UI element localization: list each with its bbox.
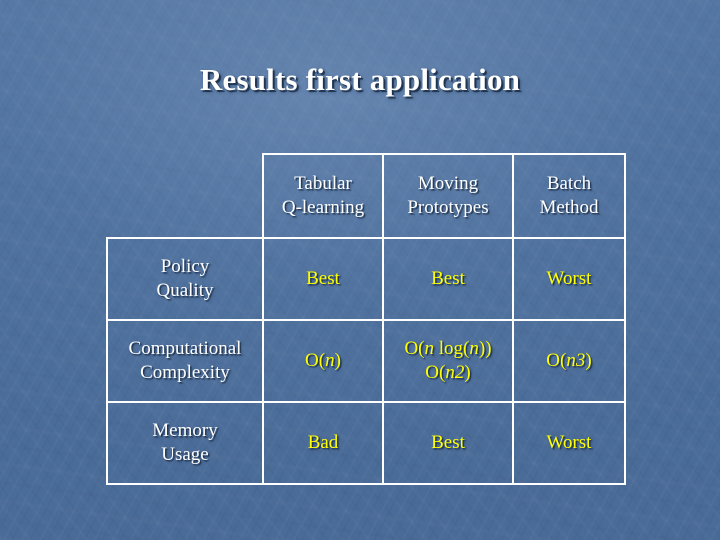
cell-value-text: Worst [514, 431, 624, 455]
row-label-text: Computational Complexity [108, 337, 262, 386]
table-corner-cell [107, 154, 264, 239]
cell-line-1: Best [306, 267, 340, 289]
table-row: Policy Quality Best Best Worst [106, 237, 626, 321]
cell-value-text: Best [384, 267, 512, 291]
slide-title: Results first application [199, 62, 521, 97]
cell-line-1: O(n log(n)) [404, 337, 492, 359]
cell-policy-quality-moving: Best [382, 237, 514, 321]
header-line-1: Tabular [294, 172, 352, 194]
row-label-policy-quality: Policy Quality [106, 237, 264, 321]
header-line-2: Method [539, 197, 599, 218]
row-label-line-2: Quality [156, 280, 214, 301]
cell-value-text: O(n) [264, 349, 382, 373]
row-label-text: Policy Quality [108, 255, 262, 304]
table-header-moving-prototypes: Moving Prototypes [382, 153, 514, 239]
cell-line-1: Worst [546, 431, 592, 453]
row-label-computational-complexity: Computational Complexity [106, 319, 264, 403]
header-text: Moving Prototypes [384, 172, 512, 221]
cell-value-text: Worst [514, 267, 624, 291]
row-label-line-1: Policy [160, 255, 210, 277]
header-line-1: Batch [546, 172, 592, 194]
header-text: Tabular Q-learning [264, 172, 382, 221]
cell-line-1: O(n3) [546, 349, 592, 371]
table-header-batch-method: Batch Method [512, 153, 626, 239]
cell-line-1: Worst [546, 267, 592, 289]
table-row: Memory Usage Bad Best Worst [106, 401, 626, 485]
header-line-2: Q-learning [281, 197, 365, 218]
cell-value-text: Best [264, 267, 382, 291]
slide-canvas: Results first application Tabular Q-lear… [0, 0, 720, 540]
cell-value-text: O(n log(n)) O(n2) [384, 337, 512, 386]
table-row: Computational Complexity O(n) O(n log(n)… [106, 319, 626, 403]
cell-complexity-moving: O(n log(n)) O(n2) [382, 319, 514, 403]
cell-policy-quality-batch: Worst [512, 237, 626, 321]
row-label-line-2: Usage [161, 444, 209, 465]
cell-value-text: O(n3) [514, 349, 624, 373]
row-label-text: Memory Usage [108, 419, 262, 468]
cell-line-1: Best [431, 267, 465, 289]
cell-complexity-tabular: O(n) [262, 319, 384, 403]
table-header-row: Tabular Q-learning Moving Prototypes Bat… [107, 153, 626, 239]
header-line-1: Moving [417, 172, 479, 194]
cell-line-1: Best [431, 431, 465, 453]
row-label-line-1: Memory [152, 419, 218, 441]
cell-policy-quality-tabular: Best [262, 237, 384, 321]
cell-memory-usage-moving: Best [382, 401, 514, 485]
cell-line-1: O(n) [305, 349, 341, 371]
row-label-memory-usage: Memory Usage [106, 401, 264, 485]
cell-line-2: O(n2) [425, 362, 471, 383]
cell-value-text: Bad [264, 431, 382, 455]
table-header-tabular-q-learning: Tabular Q-learning [262, 153, 384, 239]
header-line-2: Prototypes [407, 197, 489, 218]
header-text: Batch Method [514, 172, 624, 221]
row-label-line-1: Computational [128, 337, 242, 359]
cell-line-1: Bad [307, 431, 339, 453]
cell-memory-usage-batch: Worst [512, 401, 626, 485]
results-comparison-table: Tabular Q-learning Moving Prototypes Bat… [106, 153, 626, 485]
cell-memory-usage-tabular: Bad [262, 401, 384, 485]
cell-complexity-batch: O(n3) [512, 319, 626, 403]
cell-value-text: Best [384, 431, 512, 455]
row-label-line-2: Complexity [140, 362, 230, 383]
